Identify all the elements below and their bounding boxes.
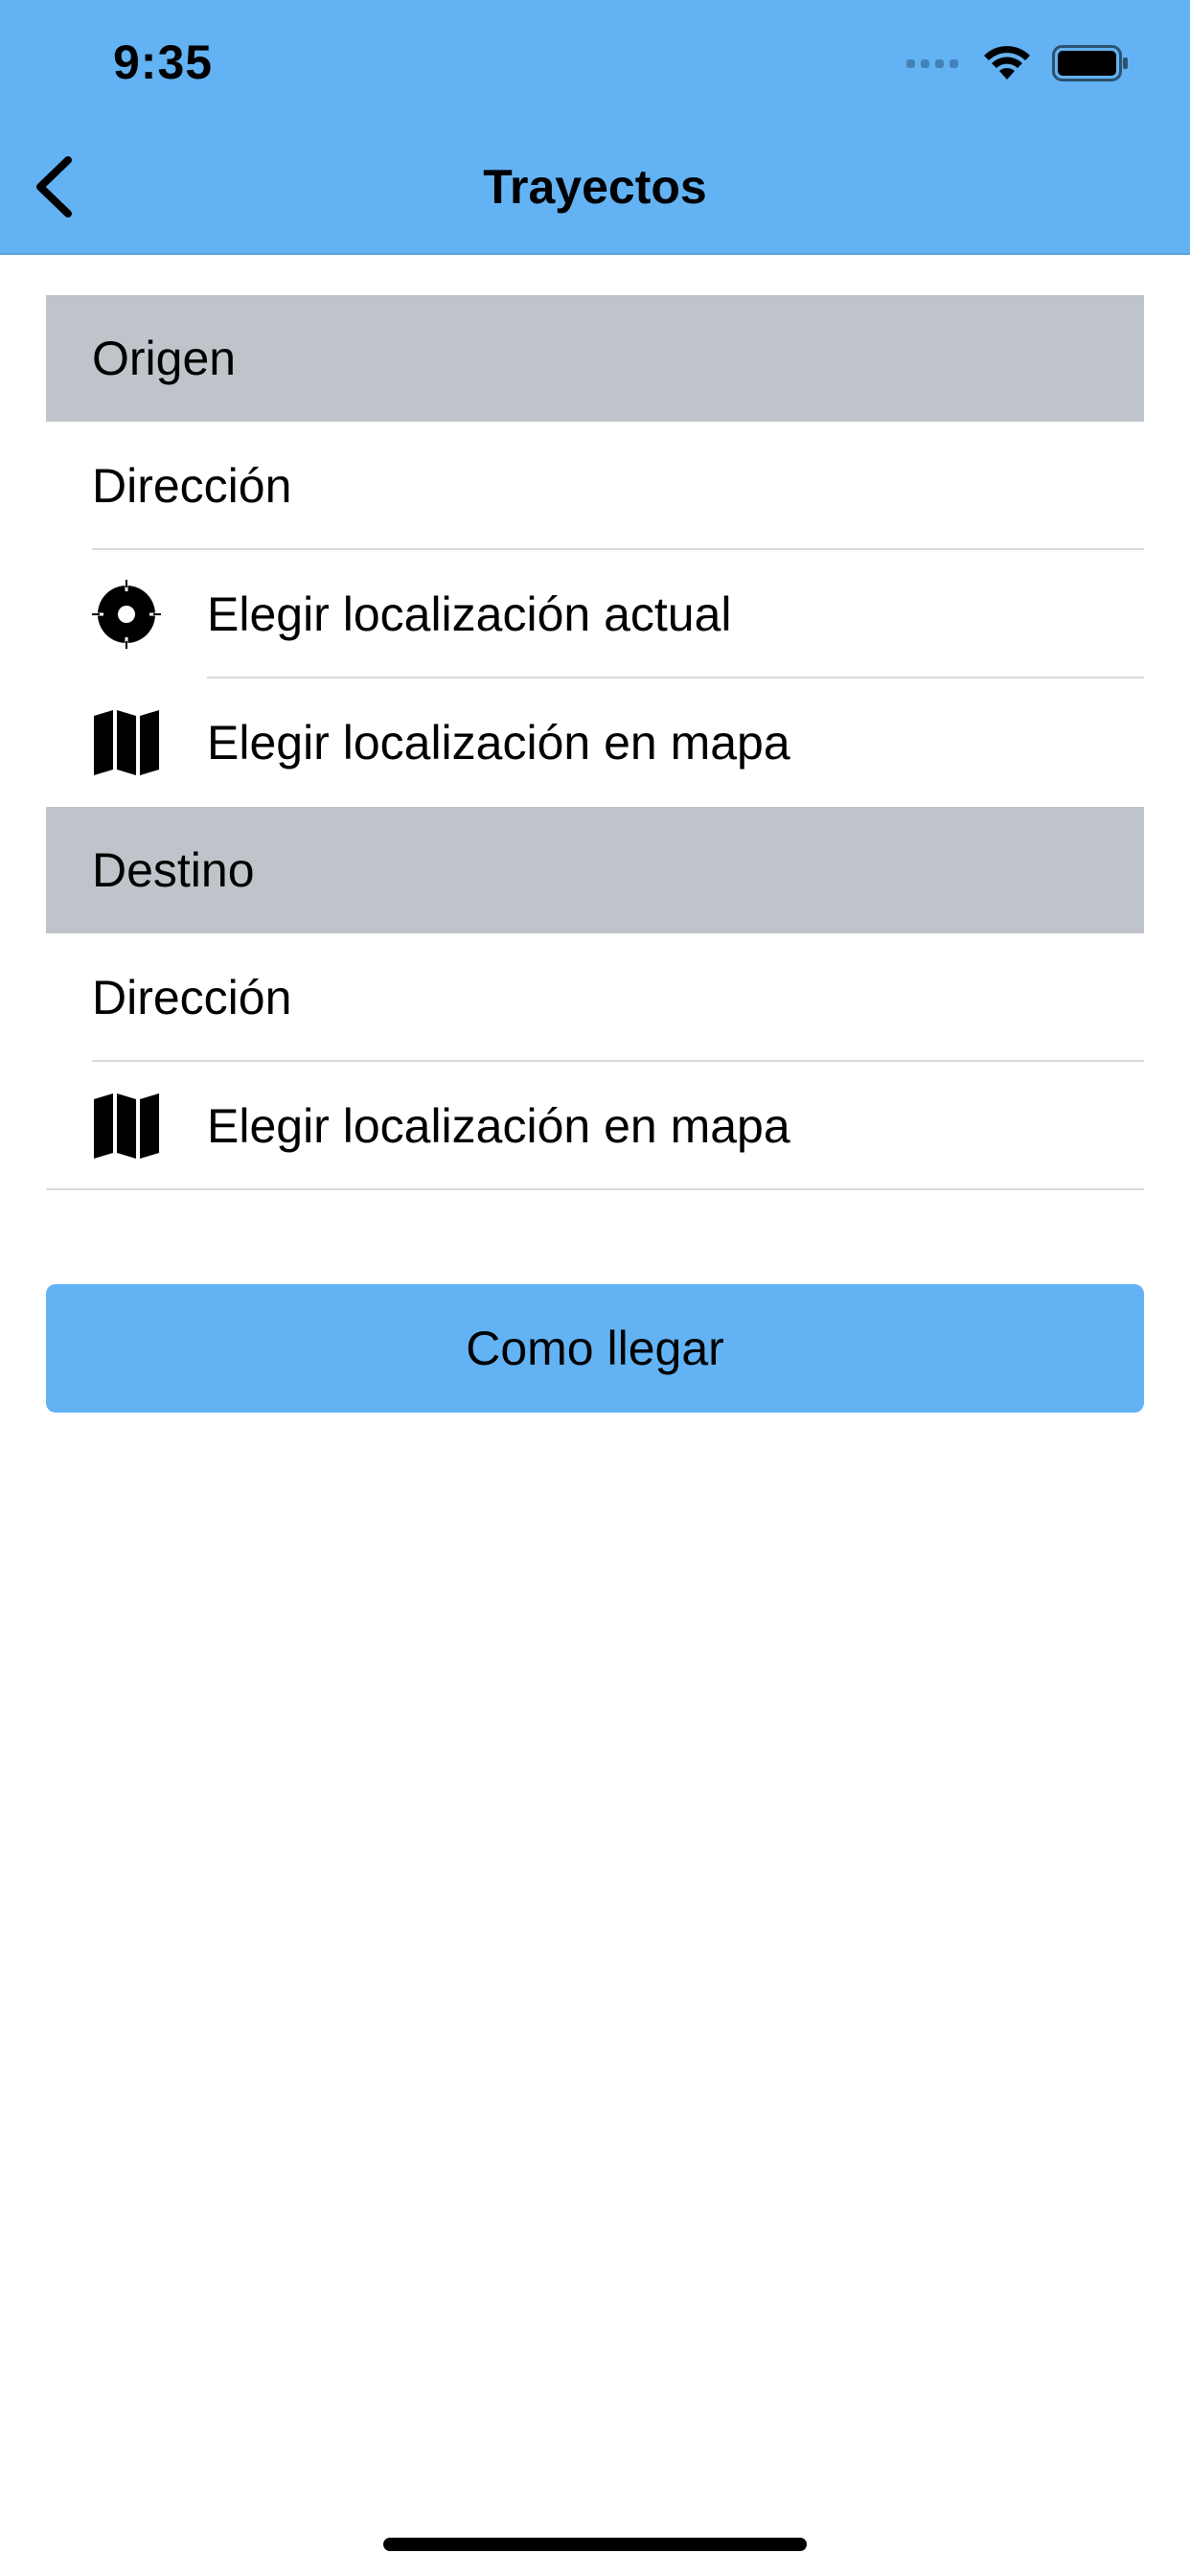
signal-icon [906, 58, 958, 68]
route-button[interactable]: Como llegar [46, 1284, 1144, 1413]
destination-address-field[interactable]: Dirección [46, 933, 1144, 1062]
status-time: 9:35 [113, 35, 214, 89]
origin-address-label: Dirección [92, 459, 292, 513]
destination-map-location-row[interactable]: Elegir localización en mapa [46, 1062, 1144, 1190]
destination-map-location-label: Elegir localización en mapa [207, 1099, 790, 1153]
status-icons [906, 44, 1129, 82]
section-header-destination: Destino [46, 807, 1144, 933]
battery-icon [1052, 45, 1128, 81]
origin-map-location-label: Elegir localización en mapa [207, 716, 790, 770]
home-indicator[interactable] [383, 2538, 807, 2551]
map-icon [94, 710, 159, 775]
navigation-bar: 9:35 Trayectos [0, 0, 1190, 255]
origin-current-location-label: Elegir localización actual [207, 587, 732, 641]
page-title: Trayectos [483, 160, 707, 214]
separator [46, 1188, 1144, 1190]
section-header-origin: Origen [46, 295, 1144, 422]
map-icon [94, 1093, 159, 1159]
origin-current-location-row[interactable]: Elegir localización actual [46, 550, 1144, 678]
destination-address-label: Dirección [92, 971, 292, 1024]
route-form: Origen Dirección Elegir localización act… [46, 295, 1144, 1190]
origin-address-field[interactable]: Dirección [46, 422, 1144, 550]
origin-map-location-row[interactable]: Elegir localización en mapa [46, 678, 1144, 807]
wifi-icon [984, 46, 1030, 80]
crosshair-icon [92, 580, 161, 649]
screen: 9:35 Trayectos Origen Dirección Elegir l… [0, 0, 1190, 2576]
